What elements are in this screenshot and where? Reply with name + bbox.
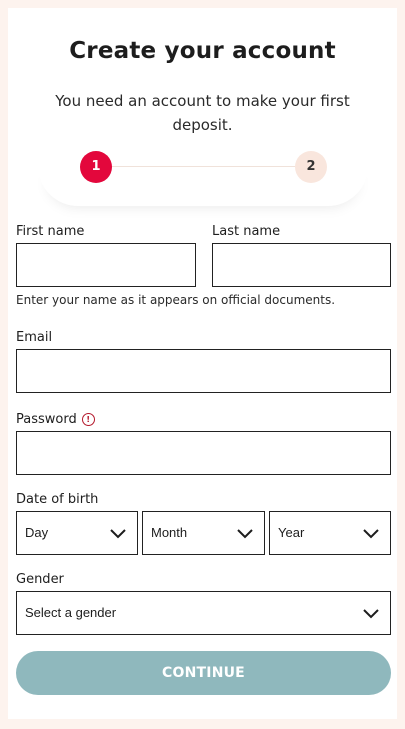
email-label: Email: [16, 330, 53, 345]
stepper-connector: [112, 166, 296, 167]
signup-card: Create your account You need an account …: [8, 8, 397, 719]
info-circle-icon[interactable]: !: [81, 413, 95, 426]
password-field[interactable]: [16, 431, 391, 475]
password-label-row: Password!: [16, 412, 95, 427]
dob-day-select[interactable]: Day: [16, 511, 138, 555]
first-name-label: First name: [16, 224, 85, 239]
dob-year-select[interactable]: Year: [269, 511, 391, 555]
page-subtitle: You need an account to make your first d…: [55, 92, 350, 134]
email-field[interactable]: [16, 349, 391, 393]
gender-value: Select a gender: [25, 605, 117, 620]
page-title: Create your account: [69, 38, 336, 64]
last-name-label: Last name: [212, 224, 281, 239]
step-1-indicator: 1: [80, 151, 112, 183]
chevron-down-icon: [237, 529, 253, 539]
chevron-down-icon: [363, 529, 379, 539]
password-label: Password: [16, 412, 77, 427]
dob-month-select[interactable]: Month: [142, 511, 265, 555]
gender-label: Gender: [16, 572, 64, 587]
last-name-input[interactable]: [212, 243, 391, 287]
dob-year-value: Year: [278, 525, 305, 540]
dob-day-value: Day: [25, 525, 49, 540]
continue-button[interactable]: CONTINUE: [16, 651, 391, 695]
step-2-indicator: 2: [295, 151, 327, 183]
chevron-down-icon: [110, 529, 126, 539]
first-name-input[interactable]: [16, 243, 196, 287]
gender-select[interactable]: Select a gender: [16, 591, 391, 635]
name-hint: Enter your name as it appears on officia…: [16, 293, 336, 307]
dob-label: Date of birth: [16, 492, 99, 507]
dob-month-value: Month: [151, 525, 188, 540]
chevron-down-icon: [363, 609, 379, 619]
